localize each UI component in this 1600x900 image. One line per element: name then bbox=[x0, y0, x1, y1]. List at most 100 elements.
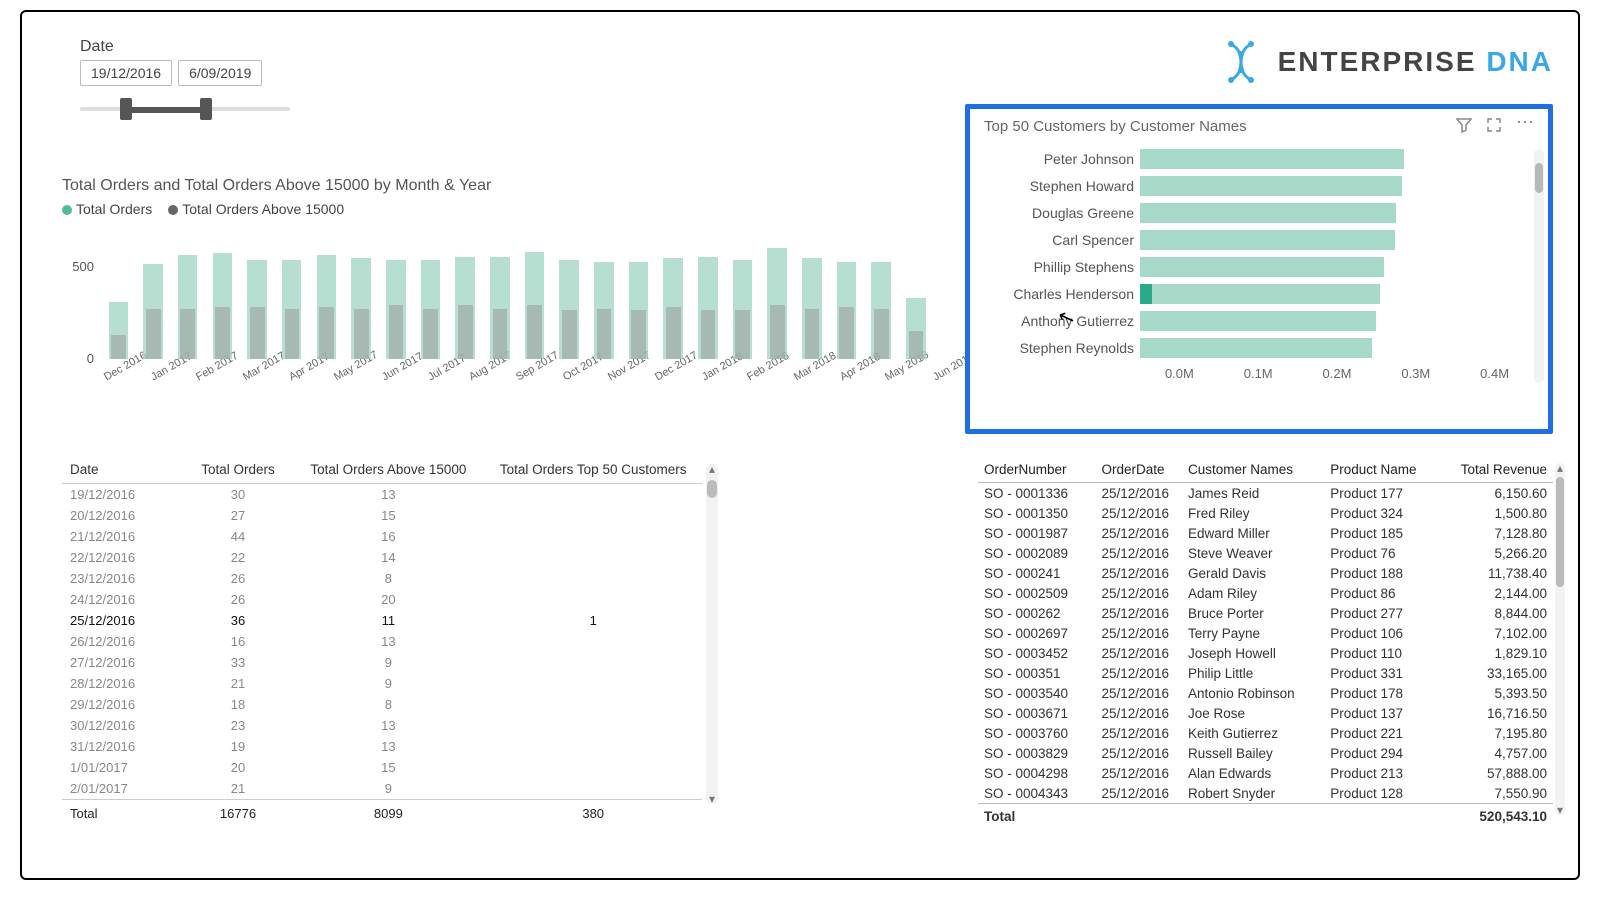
table-row[interactable]: SO - 000434325/12/2016Robert SnyderProdu… bbox=[978, 783, 1553, 804]
bar-group[interactable] bbox=[899, 229, 932, 359]
scroll-down-icon[interactable]: ▾ bbox=[1555, 805, 1565, 815]
table-row[interactable]: 25/12/201636111 bbox=[62, 610, 702, 631]
scroll-up-icon[interactable]: ▴ bbox=[1555, 463, 1565, 473]
bar-group[interactable] bbox=[379, 229, 412, 359]
x-tick: 0.2M bbox=[1298, 366, 1377, 381]
table-row[interactable]: 2/01/2017219 bbox=[62, 778, 702, 800]
table-row[interactable]: 27/12/2016339 bbox=[62, 652, 702, 673]
orders-by-date-table[interactable]: DateTotal OrdersTotal Orders Above 15000… bbox=[62, 456, 702, 826]
column-header[interactable]: Date bbox=[62, 456, 184, 484]
bar-group[interactable] bbox=[830, 229, 863, 359]
orders-detail-table[interactable]: OrderNumberOrderDateCustomer NamesProduc… bbox=[978, 457, 1553, 837]
table-row[interactable]: 28/12/2016219 bbox=[62, 673, 702, 694]
bar-group[interactable] bbox=[171, 229, 204, 359]
bar-group[interactable] bbox=[449, 229, 482, 359]
date-slider[interactable] bbox=[80, 96, 290, 122]
x-tick: 0.1M bbox=[1219, 366, 1298, 381]
column-header[interactable]: Total Revenue bbox=[1448, 457, 1553, 483]
table-row[interactable]: 20/12/20162715 bbox=[62, 505, 702, 526]
scroll-thumb[interactable] bbox=[1535, 163, 1543, 193]
table-row[interactable]: 1/01/20172015 bbox=[62, 757, 702, 778]
table-row[interactable]: SO - 000208925/12/2016Steve WeaverProduc… bbox=[978, 543, 1553, 563]
bar-group[interactable] bbox=[795, 229, 828, 359]
bar-group[interactable] bbox=[691, 229, 724, 359]
bar-group[interactable] bbox=[761, 229, 794, 359]
table-row[interactable]: SO - 000198725/12/2016Edward MillerProdu… bbox=[978, 523, 1553, 543]
bar-group[interactable] bbox=[483, 229, 516, 359]
bar-group[interactable] bbox=[865, 229, 898, 359]
bar-group[interactable] bbox=[587, 229, 620, 359]
date-start-input[interactable]: 19/12/2016 bbox=[80, 60, 172, 86]
table-row[interactable]: 31/12/20161913 bbox=[62, 736, 702, 757]
scrollbar[interactable]: ▴ ▾ bbox=[706, 464, 718, 804]
table-row[interactable]: SO - 000269725/12/2016Terry PayneProduct… bbox=[978, 623, 1553, 643]
top50-row[interactable]: Phillip Stephens bbox=[984, 254, 1534, 279]
table-row[interactable]: 19/12/20163013 bbox=[62, 484, 702, 506]
column-header[interactable]: Product Name bbox=[1324, 457, 1448, 483]
table-row[interactable]: SO - 00035125/12/2016Philip LittleProduc… bbox=[978, 663, 1553, 683]
column-chart-visual[interactable]: Total Orders and Total Orders Above 1500… bbox=[62, 177, 932, 389]
slider-handle-start[interactable] bbox=[120, 98, 132, 120]
table-row[interactable]: SO - 000250925/12/2016Adam RileyProduct … bbox=[978, 583, 1553, 603]
more-options-icon[interactable]: ⋯ bbox=[1516, 117, 1534, 136]
bar-group[interactable] bbox=[275, 229, 308, 359]
top50-row[interactable]: Stephen Reynolds bbox=[984, 335, 1534, 360]
table-row[interactable]: SO - 000345225/12/2016Joseph HowellProdu… bbox=[978, 643, 1553, 663]
scrollbar[interactable] bbox=[1534, 149, 1544, 383]
bar-group[interactable] bbox=[726, 229, 759, 359]
table-row[interactable]: SO - 00024125/12/2016Gerald DavisProduct… bbox=[978, 563, 1553, 583]
top50-row[interactable]: Douglas Greene bbox=[984, 200, 1534, 225]
scrollbar[interactable]: ▴ ▾ bbox=[1555, 463, 1565, 815]
top50-row[interactable]: Stephen Howard bbox=[984, 173, 1534, 198]
bar-group[interactable] bbox=[137, 229, 170, 359]
filter-icon[interactable] bbox=[1456, 117, 1472, 136]
scroll-thumb[interactable] bbox=[707, 480, 717, 498]
table-row[interactable]: 21/12/20164416 bbox=[62, 526, 702, 547]
table-row[interactable]: SO - 00026225/12/2016Bruce PorterProduct… bbox=[978, 603, 1553, 623]
bar-group[interactable] bbox=[310, 229, 343, 359]
bar-group[interactable] bbox=[553, 229, 586, 359]
table-row[interactable]: 29/12/2016188 bbox=[62, 694, 702, 715]
table-row[interactable]: 30/12/20162313 bbox=[62, 715, 702, 736]
column-header[interactable]: Customer Names bbox=[1182, 457, 1324, 483]
table-row[interactable]: SO - 000133625/12/2016James ReidProduct … bbox=[978, 483, 1553, 504]
bar-group[interactable] bbox=[518, 229, 551, 359]
table-row[interactable]: SO - 000382925/12/2016Russell BaileyProd… bbox=[978, 743, 1553, 763]
table-row[interactable]: SO - 000354025/12/2016Antonio RobinsonPr… bbox=[978, 683, 1553, 703]
column-header[interactable]: Total Orders Above 15000 bbox=[292, 456, 484, 484]
table-row[interactable]: 23/12/2016268 bbox=[62, 568, 702, 589]
scroll-thumb[interactable] bbox=[1556, 477, 1564, 587]
column-header[interactable]: OrderDate bbox=[1095, 457, 1182, 483]
bar-group[interactable] bbox=[657, 229, 690, 359]
scroll-down-icon[interactable]: ▾ bbox=[706, 794, 718, 804]
bar-group[interactable] bbox=[622, 229, 655, 359]
bar-group[interactable] bbox=[345, 229, 378, 359]
table-row[interactable]: SO - 000135025/12/2016Fred RileyProduct … bbox=[978, 503, 1553, 523]
bar-group[interactable] bbox=[414, 229, 447, 359]
bar-group[interactable] bbox=[102, 229, 135, 359]
bar-group[interactable] bbox=[241, 229, 274, 359]
column-header[interactable]: Total Orders bbox=[184, 456, 293, 484]
table-row[interactable]: SO - 000376025/12/2016Keith GutierrezPro… bbox=[978, 723, 1553, 743]
top50-row[interactable]: Anthony Gutierrez bbox=[984, 308, 1534, 333]
table-row[interactable]: 26/12/20161613 bbox=[62, 631, 702, 652]
bar-group[interactable] bbox=[206, 229, 239, 359]
top50-bar-chart-visual[interactable]: Top 50 Customers by Customer Names ⋯ Pet… bbox=[965, 104, 1553, 434]
date-end-input[interactable]: 6/09/2019 bbox=[178, 60, 262, 86]
date-slicer[interactable]: Date 19/12/2016 6/09/2019 bbox=[80, 38, 290, 122]
table-row[interactable]: 22/12/20162214 bbox=[62, 547, 702, 568]
column-header[interactable]: OrderNumber bbox=[978, 457, 1095, 483]
table-total-row: Total167768099380 bbox=[62, 800, 702, 825]
top50-row[interactable]: Peter Johnson bbox=[984, 146, 1534, 171]
column-header[interactable]: Total Orders Top 50 Customers bbox=[484, 456, 702, 484]
y-tick: 0 bbox=[87, 351, 94, 366]
table-row[interactable]: SO - 000429825/12/2016Alan EdwardsProduc… bbox=[978, 763, 1553, 783]
slider-fill bbox=[126, 107, 206, 113]
table-row[interactable]: 24/12/20162620 bbox=[62, 589, 702, 610]
top50-row[interactable]: Carl Spencer bbox=[984, 227, 1534, 252]
top50-row[interactable]: Charles Henderson bbox=[984, 281, 1534, 306]
slider-handle-end[interactable] bbox=[200, 98, 212, 120]
scroll-up-icon[interactable]: ▴ bbox=[706, 464, 718, 474]
table-row[interactable]: SO - 000367125/12/2016Joe RoseProduct 13… bbox=[978, 703, 1553, 723]
focus-mode-icon[interactable] bbox=[1486, 117, 1502, 136]
